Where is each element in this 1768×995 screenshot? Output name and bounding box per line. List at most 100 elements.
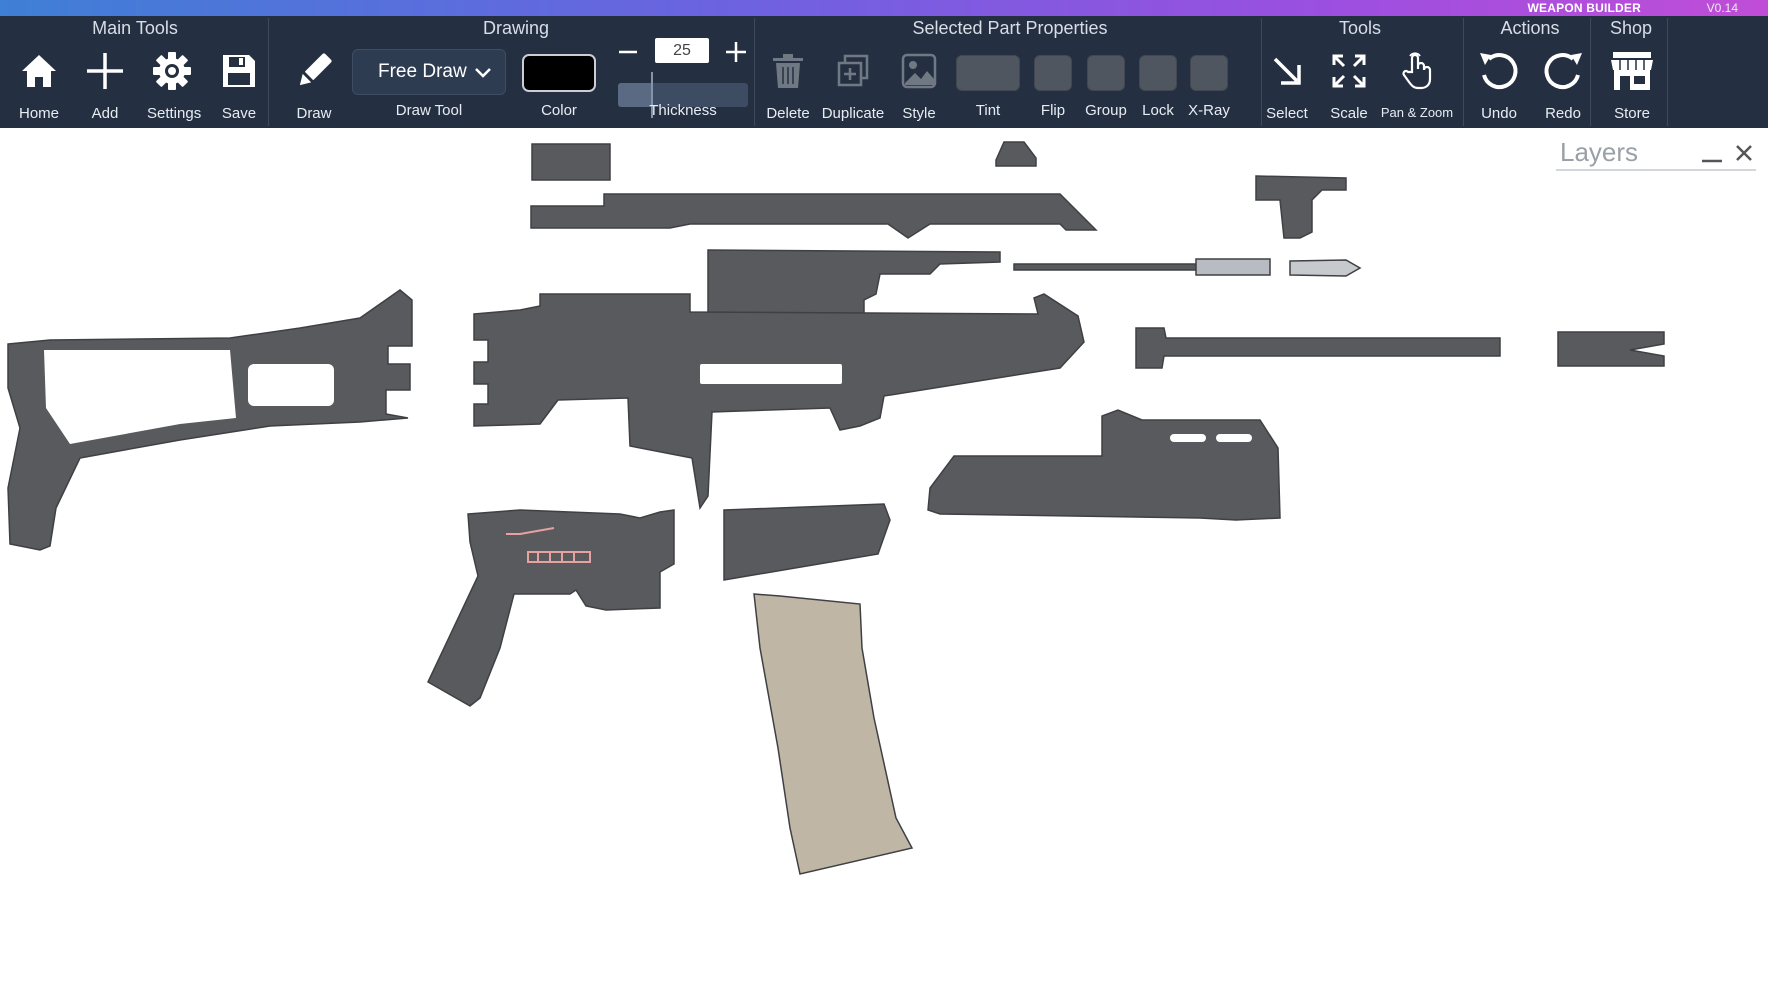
redo-label: Redo (1545, 105, 1581, 122)
group-title-actions: Actions (1500, 18, 1560, 38)
duplicate-label: Duplicate (821, 105, 885, 122)
home-label: Home (18, 105, 59, 122)
part-magazine (753, 593, 914, 875)
part-handguard (927, 409, 1281, 521)
app-title: WEAPON BUILDER (1527, 1, 1641, 15)
group-title-main-tools: Main Tools (92, 18, 178, 38)
flip-toggle[interactable] (1034, 55, 1072, 91)
part-flash-hider (1557, 331, 1665, 367)
delete-label: Delete (766, 105, 810, 122)
part-recoil-spring-rod (1013, 263, 1201, 271)
app-version: V0.14 (1706, 1, 1738, 15)
part-receiver-window (700, 364, 842, 384)
draw-tool-caption: Draw Tool (372, 102, 486, 119)
part-stock-cutout-inner (248, 364, 334, 406)
xray-toggle[interactable] (1190, 55, 1228, 91)
scale-button[interactable]: Scale (1324, 46, 1374, 122)
part-handguard-slot (1170, 434, 1206, 442)
draw-tool-select[interactable]: Free Draw (352, 49, 506, 95)
group-label: Group (1085, 102, 1127, 119)
separator (1463, 18, 1464, 126)
tint-label: Tint (975, 102, 1001, 119)
group-toggle[interactable] (1087, 55, 1125, 91)
part-cocking-handle (1255, 175, 1347, 239)
thickness-input[interactable]: 25 (655, 38, 709, 63)
thickness-label: Thickness (649, 102, 717, 119)
store-button[interactable]: Store (1606, 46, 1658, 122)
flip-caption: Flip (1028, 102, 1078, 119)
settings-label: Settings (147, 105, 202, 122)
scale-arrows-icon (1324, 46, 1374, 96)
thickness-increase-button[interactable] (724, 40, 748, 64)
separator (1667, 18, 1668, 126)
group-title-selected-part-properties: Selected Part Properties (912, 18, 1108, 38)
home-button[interactable]: Home (14, 46, 64, 122)
save-button[interactable]: Save (214, 46, 264, 122)
part-guide-tip (1289, 259, 1362, 277)
redo-icon (1538, 46, 1588, 96)
undo-button[interactable]: Undo (1474, 46, 1524, 122)
lock-caption: Lock (1133, 102, 1183, 119)
undo-label: Undo (1481, 105, 1517, 122)
draw-button[interactable]: Draw (289, 46, 339, 122)
home-icon (14, 46, 64, 96)
thickness-decrease-button[interactable] (616, 40, 640, 64)
settings-button[interactable]: Settings (147, 46, 202, 122)
part-barrel (1135, 327, 1501, 369)
part-handguard-slot (1216, 434, 1252, 442)
toolbar: Main Tools Drawing Selected Part Propert… (0, 16, 1768, 128)
save-label: Save (221, 105, 257, 122)
delete-button[interactable]: Delete (763, 46, 813, 122)
part-recoil-spring (1195, 258, 1271, 276)
duplicate-button[interactable]: Duplicate (820, 46, 886, 122)
select-label: Select (1266, 105, 1308, 122)
add-label: Add (91, 105, 119, 122)
draw-label: Draw (296, 105, 332, 122)
separator (268, 18, 269, 126)
style-button[interactable]: Style (894, 46, 944, 122)
image-style-icon (894, 46, 944, 96)
xray-label: X-Ray (1188, 102, 1230, 119)
lock-label: Lock (1142, 102, 1174, 119)
part-top-rail (530, 193, 1098, 239)
lock-toggle[interactable] (1139, 55, 1177, 91)
part-magwell-plate (723, 503, 891, 581)
part-bolt-carrier (707, 249, 1001, 323)
undo-icon (1474, 46, 1524, 96)
part-front-sight-post (995, 141, 1037, 167)
build-canvas[interactable] (0, 128, 1768, 995)
title-strip: WEAPON BUILDER V0.14 (0, 0, 1768, 16)
add-button[interactable]: Add (80, 46, 130, 122)
thickness-caption: Thickness (628, 102, 738, 119)
pan-zoom-label: Pan & Zoom (1380, 105, 1454, 120)
color-label: Color (541, 102, 577, 119)
tint-swatch[interactable] (956, 55, 1020, 91)
floppy-disk-icon (214, 46, 264, 96)
select-arrow-icon (1262, 46, 1312, 96)
trash-icon (763, 46, 813, 96)
scale-label: Scale (1330, 105, 1368, 122)
separator (754, 18, 755, 126)
gear-icon (147, 46, 197, 96)
duplicate-icon (828, 46, 878, 96)
plus-icon (80, 46, 130, 96)
pencil-icon (289, 46, 339, 96)
group-title-drawing: Drawing (482, 18, 550, 38)
redo-button[interactable]: Redo (1538, 46, 1588, 122)
select-button[interactable]: Select (1262, 46, 1312, 122)
separator (1590, 18, 1591, 126)
xray-caption: X-Ray (1184, 102, 1234, 119)
part-grip-trigger-group (427, 509, 675, 707)
hand-pointer-icon (1392, 46, 1442, 96)
part-rear-sight-block (531, 143, 611, 181)
color-caption: Color (522, 102, 596, 119)
color-swatch[interactable] (522, 54, 596, 92)
pan-zoom-button[interactable]: Pan & Zoom (1378, 46, 1456, 120)
group-caption: Group (1081, 102, 1131, 119)
tint-caption: Tint (956, 102, 1020, 119)
style-label: Style (902, 105, 936, 122)
group-title-tools: Tools (1338, 18, 1382, 38)
store-icon (1607, 46, 1657, 96)
draw-tool-label: Draw Tool (395, 102, 463, 119)
draw-tool-value: Free Draw (378, 61, 467, 82)
